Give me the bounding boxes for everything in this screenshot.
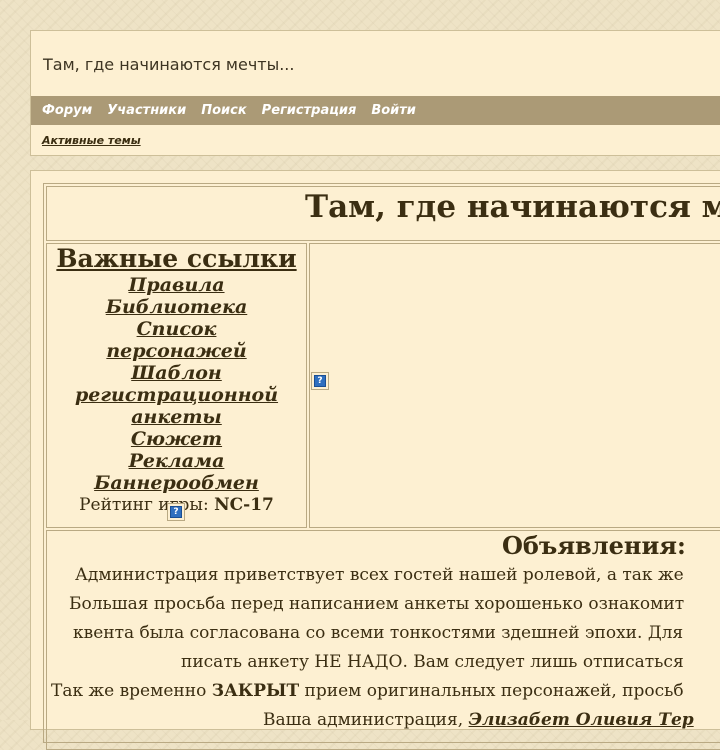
nav-login[interactable]: Войти: [371, 103, 416, 118]
announcement-line: Так же временно ЗАКРЫТ прием оригинальны…: [51, 681, 684, 701]
banner-cell: ?: [309, 243, 720, 528]
announcements-panel: Объявления: Администрация приветствует в…: [46, 530, 720, 750]
active-topics-link[interactable]: Активные темы: [42, 134, 141, 147]
nav-search[interactable]: Поиск: [201, 103, 246, 118]
question-mark-icon: ?: [170, 506, 182, 518]
announcement-text: Так же временно: [51, 681, 212, 701]
nav-members[interactable]: Участники: [107, 103, 186, 118]
link-advertising[interactable]: Реклама: [47, 450, 306, 472]
page-title: Там, где начинаются м: [305, 189, 720, 225]
announcement-line: писать анкету НЕ НАДО. Вам следует лишь …: [181, 652, 684, 672]
link-registration-template[interactable]: Шаблон регистрационной анкеты: [47, 362, 306, 428]
title-cell: Там, где начинаются м: [46, 186, 720, 241]
admin-signature-link[interactable]: Элизабет Оливия Тер: [469, 710, 694, 730]
announcement-line: Администрация приветствует всех гостей н…: [75, 565, 684, 585]
main-content: Там, где начинаются м Важные ссылки Прав…: [30, 170, 720, 750]
link-plot[interactable]: Сюжет: [47, 428, 306, 450]
main-navbar: Форум Участники Поиск Регистрация Войти: [31, 96, 720, 125]
links-heading: Важные ссылки: [56, 244, 297, 273]
site-title: Там, где начинаются мечты...: [43, 55, 295, 74]
content-table: Там, где начинаются м Важные ссылки Прав…: [43, 183, 720, 750]
nav-forum[interactable]: Форум: [42, 103, 92, 118]
nav-register[interactable]: Регистрация: [262, 103, 357, 118]
link-banner-exchange[interactable]: Баннерообмен: [47, 472, 306, 494]
link-library[interactable]: Библиотека: [47, 296, 306, 318]
link-rules[interactable]: Правила: [47, 274, 306, 296]
rating-label: Рейтинг игры:: [79, 495, 209, 515]
announcement-text: прием оригинальных персонажей, просьб: [299, 681, 684, 701]
link-character-list[interactable]: Список персонажей: [47, 318, 306, 362]
question-mark-icon: ?: [314, 375, 326, 387]
announcement-line: Большая просьба перед написанием анкеты …: [69, 594, 685, 614]
announcements-heading: Объявления:: [502, 531, 686, 560]
broken-banner-icon: ?: [311, 372, 329, 390]
closed-status: ЗАКРЫТ: [211, 681, 300, 701]
announcement-signature-line: Ваша администрация, Элизабет Оливия Тер: [263, 710, 694, 730]
signature-prefix: Ваша администрация,: [263, 710, 469, 730]
important-links-panel: Важные ссылки Правила Библиотека Список …: [46, 243, 307, 528]
broken-image-icon: ?: [167, 503, 185, 521]
rating-value: NC-17: [214, 495, 274, 515]
announcement-line: квента была согласована со всеми тонкост…: [73, 623, 684, 643]
forum-header: Там, где начинаются мечты... Форум Участ…: [30, 30, 720, 156]
